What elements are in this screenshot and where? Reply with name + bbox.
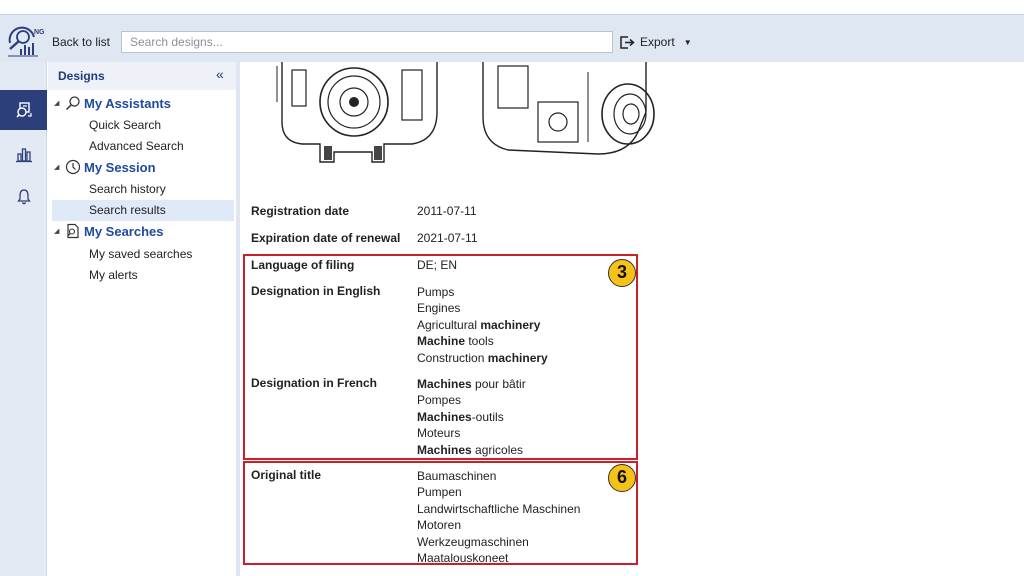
designation-line: Engines <box>417 300 548 316</box>
magnifier-icon <box>65 96 80 111</box>
original-title-line: Maatalouskoneet <box>417 551 509 566</box>
nav-item-advanced-search[interactable]: Advanced Search <box>89 139 184 153</box>
rail-designs-button[interactable] <box>0 90 47 130</box>
bell-icon <box>16 189 31 205</box>
original-title-line: Werkzeugmaschinen <box>417 534 529 549</box>
designation-segment: agricoles <box>471 442 524 457</box>
registration-date-value: 2011-07-11 <box>417 204 477 218</box>
nav-item-my-saved-searches[interactable]: My saved searches <box>89 247 192 261</box>
designation-line: Pumps <box>417 284 548 300</box>
designation-english-values: Pumps Engines Agricultural machinery Machin… <box>417 284 548 366</box>
design-search-icon <box>15 102 32 118</box>
export-button[interactable]: Export ▼ <box>620 33 692 51</box>
expiration-date-label: Expiration date of renewal <box>251 231 401 245</box>
designation-segment: Pompes <box>417 393 462 408</box>
tree-group-label: My Session <box>84 159 156 175</box>
designation-segment: machinery <box>487 350 548 365</box>
language-of-filing-label: Language of filing <box>251 258 355 272</box>
tree-group-my-searches[interactable]: ◢ My Searches <box>54 223 164 239</box>
designation-line: Machines pour bâtir <box>417 376 526 392</box>
expand-triangle-icon[interactable]: ◢ <box>54 99 62 107</box>
designation-line: Moteurs <box>417 425 526 441</box>
designation-segment: Pumps <box>417 285 455 299</box>
designation-segment: Engines <box>417 301 461 316</box>
annotation-badge-3: 3 <box>608 259 636 287</box>
designation-french-values: Machines pour bâtir Pompes Machines-outils… <box>417 376 526 458</box>
annotation-badge-6: 6 <box>608 464 636 492</box>
pump-drawing-front <box>276 62 438 163</box>
export-icon <box>620 35 635 49</box>
tree-group-my-assistants[interactable]: ◢ My Assistants <box>54 95 171 111</box>
designation-segment: Agricultural <box>417 317 481 332</box>
original-title-line: Landwirtschaftliche Maschinen <box>417 501 581 516</box>
registration-date-label: Registration date <box>251 204 350 218</box>
designation-segment: Machines <box>417 377 472 391</box>
designation-segment: Moteurs <box>417 426 461 441</box>
rail-statistics-button[interactable] <box>0 135 47 175</box>
designation-segment: pour bâtir <box>471 377 526 391</box>
designation-line: Machines-outils <box>417 409 526 425</box>
rail-alerts-button[interactable] <box>0 177 47 217</box>
designation-line: Machines agricoles <box>417 442 526 458</box>
nav-item-search-results[interactable]: Search results <box>52 200 234 221</box>
bar-chart-icon <box>15 148 32 163</box>
expand-triangle-icon[interactable]: ◢ <box>54 163 62 171</box>
nav-item-my-alerts[interactable]: My alerts <box>89 268 138 282</box>
designation-segment: Machines <box>417 442 472 457</box>
designation-line: Machine tools <box>417 333 548 349</box>
tree-group-label: My Assistants <box>84 95 171 111</box>
saved-search-icon <box>67 223 79 239</box>
nav-item-quick-search[interactable]: Quick Search <box>89 118 161 132</box>
design-detail-content: Registration date 2011-07-11 Expiration … <box>242 62 1024 576</box>
back-to-list-link[interactable]: Back to list <box>52 35 110 49</box>
logo-text: NG <box>34 29 44 36</box>
designation-segment: tools <box>465 334 494 349</box>
collapse-panel-icon[interactable]: « <box>216 66 224 82</box>
language-of-filing-value: DE; EN <box>417 258 458 272</box>
export-label: Export <box>640 35 675 49</box>
designs-nav-panel: Designs « ◢ My Assistants Quick Search A… <box>48 62 240 576</box>
original-title-line: Baumaschinen <box>417 469 497 483</box>
designation-line: Pompes <box>417 392 526 408</box>
app-logo[interactable]: NG <box>4 25 45 59</box>
designation-english-label: Designation in English <box>251 284 381 298</box>
logo-icon: NG <box>8 26 45 57</box>
expand-triangle-icon[interactable]: ◢ <box>54 227 62 235</box>
designation-line: Construction machinery <box>417 350 548 366</box>
nav-title: Designs <box>58 69 105 83</box>
nav-header: Designs « <box>48 62 236 90</box>
pump-drawing-side <box>482 62 655 155</box>
icon-rail <box>0 62 47 576</box>
expiration-date-value: 2021-07-11 <box>417 231 478 245</box>
top-toolbar: NG Back to list Export ▼ <box>0 14 1024 62</box>
designation-segment: Machines <box>417 409 472 424</box>
designation-segment: -outils <box>471 409 504 424</box>
search-input[interactable] <box>121 31 613 53</box>
designation-line: Agricultural machinery <box>417 317 548 333</box>
designation-segment: machinery <box>480 317 541 332</box>
designation-segment: Machine <box>417 334 466 349</box>
designation-french-label: Designation in French <box>251 376 378 390</box>
tree-group-my-session[interactable]: ◢ My Session <box>54 159 156 175</box>
original-title-values: Baumaschinen Pumpen Landwirtschaftliche Ma… <box>417 468 580 566</box>
tree-group-label: My Searches <box>84 223 164 239</box>
original-title-line: Motoren <box>417 518 462 533</box>
original-title-line: Pumpen <box>417 485 462 500</box>
original-title-label: Original title <box>251 468 322 482</box>
designation-segment: Construction <box>417 350 488 365</box>
clock-icon <box>65 159 81 175</box>
nav-item-search-history[interactable]: Search history <box>89 182 166 196</box>
chevron-down-icon: ▼ <box>683 37 692 47</box>
